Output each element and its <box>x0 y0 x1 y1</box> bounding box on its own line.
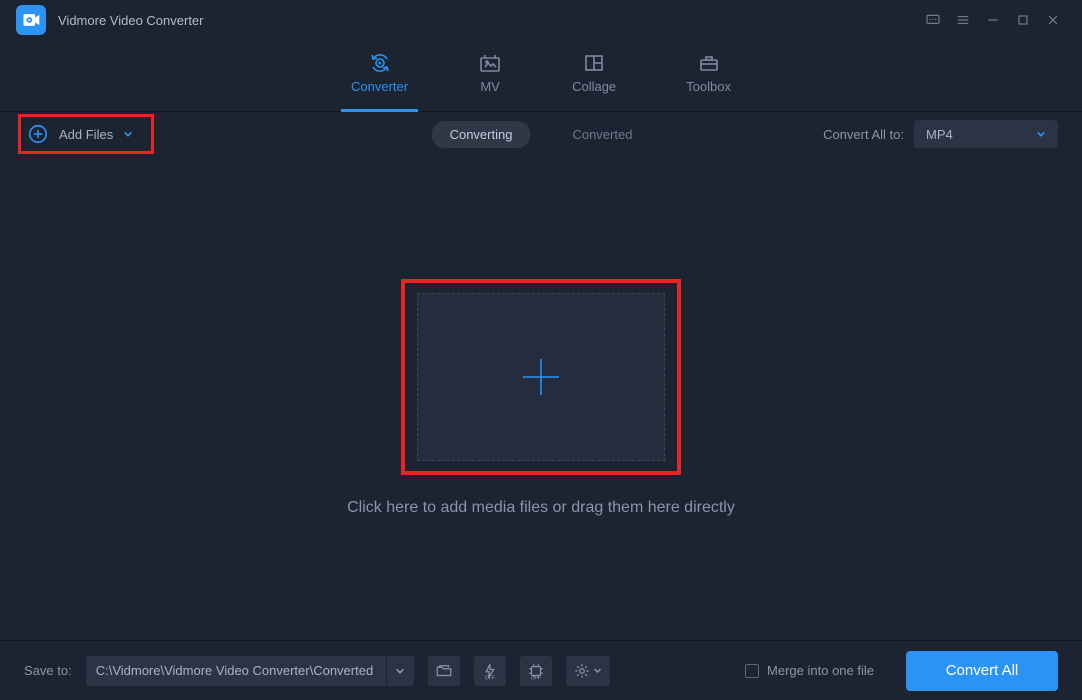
drop-zone-highlight <box>401 279 681 475</box>
chip-off-icon: OFF <box>527 662 545 680</box>
converted-tab[interactable]: Converted <box>554 121 650 148</box>
checkbox-icon <box>745 664 759 678</box>
save-path-dropdown[interactable] <box>386 656 414 686</box>
open-folder-button[interactable] <box>428 656 460 686</box>
merge-label: Merge into one file <box>767 663 874 678</box>
svg-text:OFF: OFF <box>484 675 495 680</box>
save-to-label: Save to: <box>24 663 72 678</box>
app-window: Vidmore Video Converter Converter MV <box>0 0 1082 700</box>
app-title: Vidmore Video Converter <box>58 13 204 28</box>
settings-button[interactable] <box>566 656 610 686</box>
tab-converter-label: Converter <box>351 79 408 94</box>
converting-tab[interactable]: Converting <box>432 121 531 148</box>
tab-collage[interactable]: Collage <box>572 51 616 100</box>
app-logo <box>16 5 46 35</box>
tab-toolbox[interactable]: Toolbox <box>686 51 731 100</box>
high-speed-button[interactable]: OFF <box>520 656 552 686</box>
output-format-value: MP4 <box>926 127 953 142</box>
svg-text:OFF: OFF <box>530 675 541 680</box>
footer: Save to: OFF OFF Merge into one file Con… <box>0 640 1082 700</box>
plus-icon <box>517 353 565 401</box>
output-format-select[interactable]: MP4 <box>914 120 1058 148</box>
close-button[interactable] <box>1038 5 1068 35</box>
feedback-icon[interactable] <box>918 5 948 35</box>
add-files-label: Add Files <box>59 127 113 142</box>
main-area: Click here to add media files or drag th… <box>0 156 1082 640</box>
tab-mv-label: MV <box>480 79 500 94</box>
save-path-box <box>86 656 414 686</box>
bolt-off-icon: OFF <box>481 662 499 680</box>
tab-collage-label: Collage <box>572 79 616 94</box>
convert-all-to-label: Convert All to: <box>823 127 904 142</box>
gear-icon <box>573 662 591 680</box>
merge-checkbox[interactable]: Merge into one file <box>745 663 874 678</box>
chevron-down-icon <box>593 666 602 675</box>
tab-mv[interactable]: MV <box>478 51 502 100</box>
chevron-down-icon <box>123 127 133 142</box>
maximize-button[interactable] <box>1008 5 1038 35</box>
menu-icon[interactable] <box>948 5 978 35</box>
main-tabs: Converter MV Collage Toolbox <box>0 40 1082 112</box>
minimize-button[interactable] <box>978 5 1008 35</box>
hardware-accel-button[interactable]: OFF <box>474 656 506 686</box>
add-media-dropzone[interactable] <box>417 293 665 461</box>
tab-toolbox-label: Toolbox <box>686 79 731 94</box>
drop-hint-text: Click here to add media files or drag th… <box>347 499 735 517</box>
folder-icon <box>435 662 453 680</box>
toolbar: Add Files Converting Converted Convert A… <box>0 112 1082 156</box>
add-files-highlight: Add Files <box>18 114 154 154</box>
tab-converter[interactable]: Converter <box>351 51 408 100</box>
add-files-button[interactable]: Add Files <box>27 123 133 145</box>
chevron-down-icon <box>1036 129 1046 139</box>
save-path-input[interactable] <box>86 656 386 686</box>
convert-all-button[interactable]: Convert All <box>906 651 1058 691</box>
plus-circle-icon <box>27 123 49 145</box>
titlebar: Vidmore Video Converter <box>0 0 1082 40</box>
